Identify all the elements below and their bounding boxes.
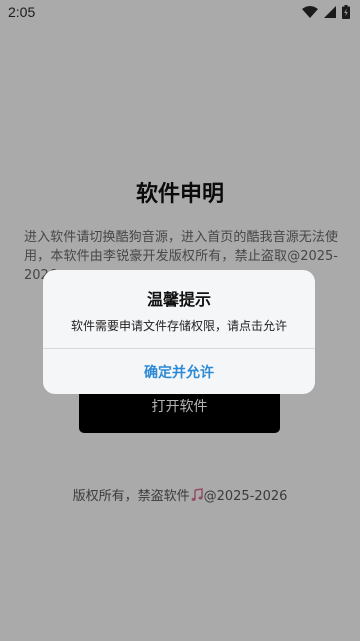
app-screen: 软件申明 进入软件请切换酷狗音源，进入首页的酷我音源无法使用，本软件由李锐豪开发… — [0, 0, 360, 641]
status-bar: 2:05 — [0, 0, 360, 24]
battery-charging-icon — [342, 5, 350, 19]
confirm-allow-button[interactable]: 确定并允许 — [43, 349, 315, 394]
permission-dialog: 温馨提示 软件需要申请文件存储权限，请点击允许 确定并允许 — [43, 270, 315, 394]
status-icons — [302, 5, 350, 19]
dialog-message: 软件需要申请文件存储权限，请点击允许 — [70, 319, 287, 333]
wifi-icon — [302, 6, 318, 18]
dialog-title: 温馨提示 — [146, 290, 211, 309]
cellular-signal-icon — [324, 6, 336, 18]
status-time: 2:05 — [8, 4, 36, 20]
